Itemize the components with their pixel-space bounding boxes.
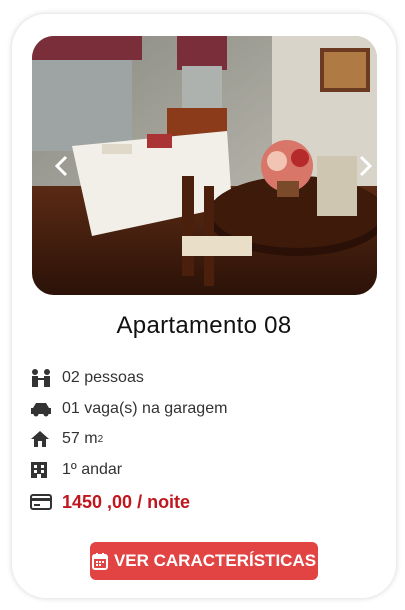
- house-icon: [30, 428, 54, 450]
- feature-floor: 1º andar: [30, 458, 122, 482]
- apartment-card: Apartamento 08 02 pessoas 01 vaga(s) na …: [12, 14, 396, 598]
- chevron-left-icon: [54, 155, 68, 177]
- feature-superscript: 2: [97, 433, 104, 445]
- price-text: 1450 ,00 / noite: [62, 491, 191, 512]
- carousel-prev-button[interactable]: [52, 154, 72, 178]
- car-icon: [30, 398, 54, 420]
- feature-text: 57 m: [62, 430, 98, 447]
- feature-text: 1º andar: [62, 461, 123, 478]
- feature-parking: 01 vaga(s) na garagem: [30, 397, 227, 421]
- people-icon: [30, 367, 54, 389]
- feature-area: 57 m2: [30, 427, 103, 451]
- feature-text: 01 vaga(s) na garagem: [62, 400, 228, 417]
- carousel-next-button[interactable]: [355, 154, 375, 178]
- view-features-label: VER CARACTERÍSTICAS: [113, 551, 317, 570]
- building-icon: [30, 459, 54, 481]
- view-features-button[interactable]: VER CARACTERÍSTICAS: [90, 542, 318, 580]
- apartment-title: Apartamento 08: [116, 312, 292, 339]
- chevron-right-icon: [359, 155, 373, 177]
- feature-guests: 02 pessoas: [30, 366, 144, 390]
- apartment-photo: [32, 36, 377, 295]
- price-row: 1450 ,00 / noite: [30, 490, 190, 514]
- credit-card-icon: [30, 491, 54, 513]
- feature-text: 02 pessoas: [62, 369, 144, 386]
- calendar-icon: [91, 552, 108, 570]
